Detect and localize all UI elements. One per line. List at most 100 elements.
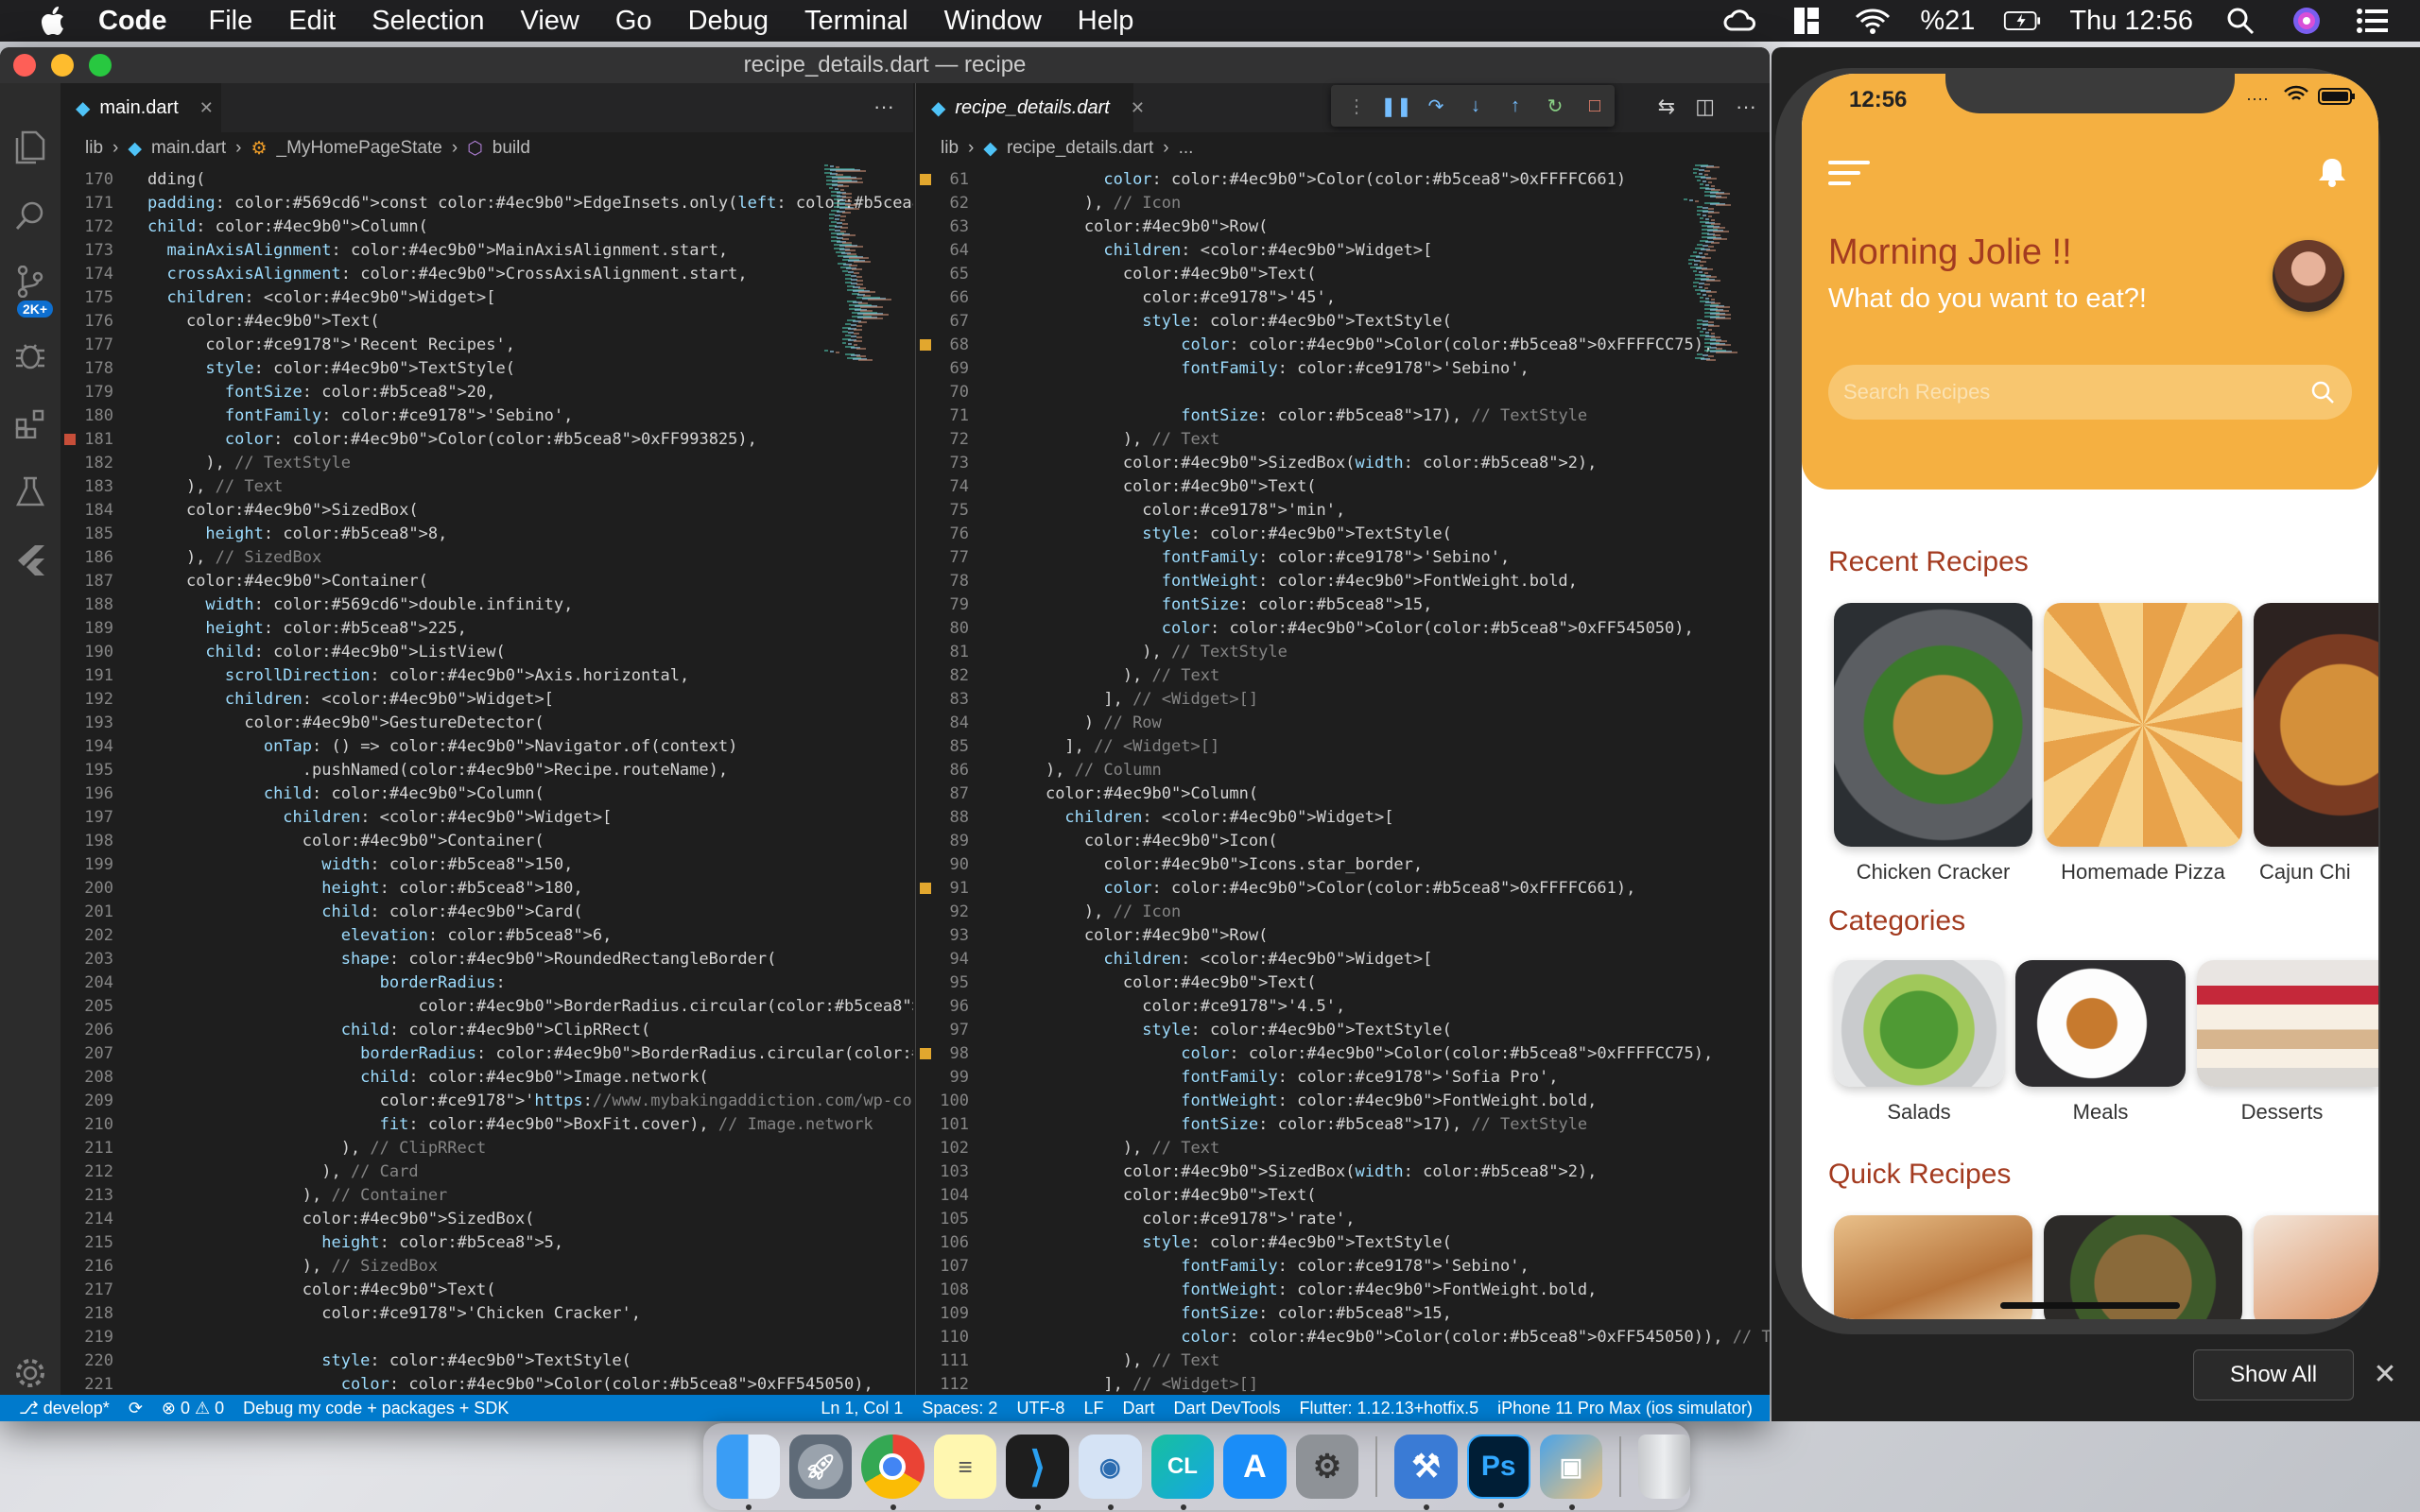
code-line[interactable]: 175 children: <color:#4ec9b0">Widget>[ — [60, 286, 913, 310]
line-number[interactable]: 94 — [916, 948, 969, 971]
settings-gear-icon[interactable] — [11, 1354, 49, 1392]
battery-icon[interactable] — [2003, 5, 2041, 37]
line-number[interactable]: 204 — [60, 971, 113, 995]
code-line[interactable]: 78 fontWeight: color:#4ec9b0">FontWeight… — [916, 570, 1770, 593]
breadcrumb-more[interactable]: ... — [1179, 138, 1194, 159]
devtools-link[interactable]: Dart DevTools — [1173, 1399, 1280, 1418]
clion-icon[interactable]: CL — [1150, 1435, 1215, 1510]
menu-selection[interactable]: Selection — [372, 6, 484, 37]
code-line[interactable]: 172 child: color:#4ec9b0">Column( — [60, 215, 913, 239]
code-line[interactable]: 186 ), // SizedBox — [60, 546, 913, 570]
code-line[interactable]: 204 borderRadius: — [60, 971, 913, 995]
line-number[interactable]: 99 — [916, 1066, 969, 1090]
photoshop-icon[interactable]: Ps — [1466, 1435, 1530, 1508]
line-number[interactable]: 188 — [60, 593, 113, 617]
code-line[interactable]: 62 ), // Icon — [916, 192, 1770, 215]
line-number[interactable]: 67 — [916, 310, 969, 334]
line-ending[interactable]: LF — [1083, 1399, 1103, 1418]
menu-terminal[interactable]: Terminal — [804, 6, 908, 37]
finder-icon[interactable] — [717, 1435, 780, 1510]
avatar[interactable] — [2273, 240, 2344, 312]
code-line[interactable]: 209 color:#ce9178">'https://www.mybaking… — [60, 1090, 913, 1113]
code-line[interactable]: 191 scrollDirection: color:#4ec9b0">Axis… — [60, 664, 913, 688]
line-number[interactable]: 171 — [60, 192, 113, 215]
debug-config[interactable]: Debug my code + packages + SDK — [243, 1399, 509, 1418]
pause-icon[interactable]: ❚❚ — [1380, 94, 1412, 118]
code-line[interactable]: 187 color:#4ec9b0">Container( — [60, 570, 913, 593]
code-line[interactable]: 99 fontFamily: color:#ce9178">'Sofia Pro… — [916, 1066, 1770, 1090]
line-number[interactable]: 69 — [916, 357, 969, 381]
line-number[interactable]: 211 — [60, 1137, 113, 1160]
layout-grid-icon[interactable] — [1788, 5, 1825, 37]
code-line[interactable]: 102 ), // Text — [916, 1137, 1770, 1160]
code-line[interactable]: 174 crossAxisAlignment: color:#4ec9b0">C… — [60, 263, 913, 286]
code-line[interactable]: 83 ], // <Widget>[] — [916, 688, 1770, 712]
line-number[interactable]: 191 — [60, 664, 113, 688]
code-line[interactable]: 88 children: <color:#4ec9b0">Widget>[ — [916, 806, 1770, 830]
compare-changes-icon[interactable]: ⇆ — [1658, 94, 1675, 119]
line-number[interactable]: 176 — [60, 310, 113, 334]
code-line[interactable]: 87 color:#4ec9b0">Column( — [916, 782, 1770, 806]
code-line[interactable]: 184 color:#4ec9b0">SizedBox( — [60, 499, 913, 523]
code-line[interactable]: 221 color: color:#4ec9b0">Color(color:#b… — [60, 1373, 913, 1393]
line-number[interactable]: 102 — [916, 1137, 969, 1160]
source-control-icon[interactable] — [11, 263, 49, 301]
line-number[interactable]: 170 — [60, 168, 113, 192]
code-line[interactable]: 205 color:#4ec9b0">BorderRadius.circular… — [60, 995, 913, 1019]
close-tab-icon[interactable]: ✕ — [199, 98, 214, 118]
line-number[interactable]: 216 — [60, 1255, 113, 1279]
line-number[interactable]: 84 — [916, 712, 969, 735]
line-number[interactable]: 97 — [916, 1019, 969, 1042]
tab-recipe-details[interactable]: ◆ recipe_details.dart ✕ — [916, 83, 1145, 132]
preview-icon[interactable]: ▣ — [1539, 1435, 1603, 1510]
line-number[interactable]: 105 — [916, 1208, 969, 1231]
line-number[interactable]: 205 — [60, 995, 113, 1019]
line-number[interactable]: 78 — [916, 570, 969, 593]
line-number[interactable]: 108 — [916, 1279, 969, 1302]
testing-flask-icon[interactable] — [11, 472, 49, 510]
line-number[interactable]: 180 — [60, 404, 113, 428]
more-actions-icon[interactable]: ··· — [873, 94, 894, 119]
sync-icon[interactable]: ⟳ — [129, 1399, 143, 1418]
breadcrumb-lib[interactable]: lib — [85, 138, 103, 159]
code-line[interactable]: 108 fontWeight: color:#4ec9b0">FontWeigh… — [916, 1279, 1770, 1302]
line-number[interactable]: 178 — [60, 357, 113, 381]
code-line[interactable]: 84 ) // Row — [916, 712, 1770, 735]
code-line[interactable]: 192 children: <color:#4ec9b0">Widget>[ — [60, 688, 913, 712]
trash-icon[interactable] — [1638, 1435, 1690, 1499]
menu-help[interactable]: Help — [1078, 6, 1134, 37]
code-line[interactable]: 95 color:#4ec9b0">Text( — [916, 971, 1770, 995]
device-selector[interactable]: iPhone 11 Pro Max (ios simulator) — [1497, 1399, 1753, 1418]
branch-status[interactable]: ⎇ develop* — [19, 1399, 110, 1418]
line-number[interactable]: 179 — [60, 381, 113, 404]
code-line[interactable]: 194 onTap: () => color:#4ec9b0">Navigato… — [60, 735, 913, 759]
line-number[interactable]: 172 — [60, 215, 113, 239]
breadcrumb-file[interactable]: recipe_details.dart — [1007, 138, 1153, 159]
line-number[interactable]: 112 — [916, 1373, 969, 1393]
code-line[interactable]: 66 color:#ce9178">'45', — [916, 286, 1770, 310]
close-icon[interactable]: ✕ — [2371, 1361, 2399, 1389]
code-line[interactable]: 197 children: <color:#4ec9b0">Widget>[ — [60, 806, 913, 830]
line-number[interactable]: 194 — [60, 735, 113, 759]
line-number[interactable]: 174 — [60, 263, 113, 286]
close-tab-icon[interactable]: ✕ — [1131, 98, 1145, 118]
line-number[interactable]: 217 — [60, 1279, 113, 1302]
breadcrumb-method[interactable]: build — [493, 138, 530, 159]
vscode-icon[interactable]: ⟩ — [1006, 1435, 1069, 1510]
indentation[interactable]: Spaces: 2 — [922, 1399, 997, 1418]
line-number[interactable]: 209 — [60, 1090, 113, 1113]
code-line[interactable]: 111 ), // Text — [916, 1349, 1770, 1373]
line-number[interactable]: 189 — [60, 617, 113, 641]
code-line[interactable]: 214 color:#4ec9b0">SizedBox( — [60, 1208, 913, 1231]
line-number[interactable]: 72 — [916, 428, 969, 452]
code-line[interactable]: 182 ), // TextStyle — [60, 452, 913, 475]
siri-icon[interactable] — [2288, 5, 2325, 37]
show-all-button[interactable]: Show All — [2193, 1349, 2354, 1400]
line-number[interactable]: 79 — [916, 593, 969, 617]
gutter-marker-icon[interactable] — [920, 883, 931, 894]
code-line[interactable]: 183 ), // Text — [60, 475, 913, 499]
line-number[interactable]: 203 — [60, 948, 113, 971]
code-line[interactable]: 67 style: color:#4ec9b0">TextStyle( — [916, 310, 1770, 334]
code-line[interactable]: 212 ), // Card — [60, 1160, 913, 1184]
code-line[interactable]: 76 style: color:#4ec9b0">TextStyle( — [916, 523, 1770, 546]
